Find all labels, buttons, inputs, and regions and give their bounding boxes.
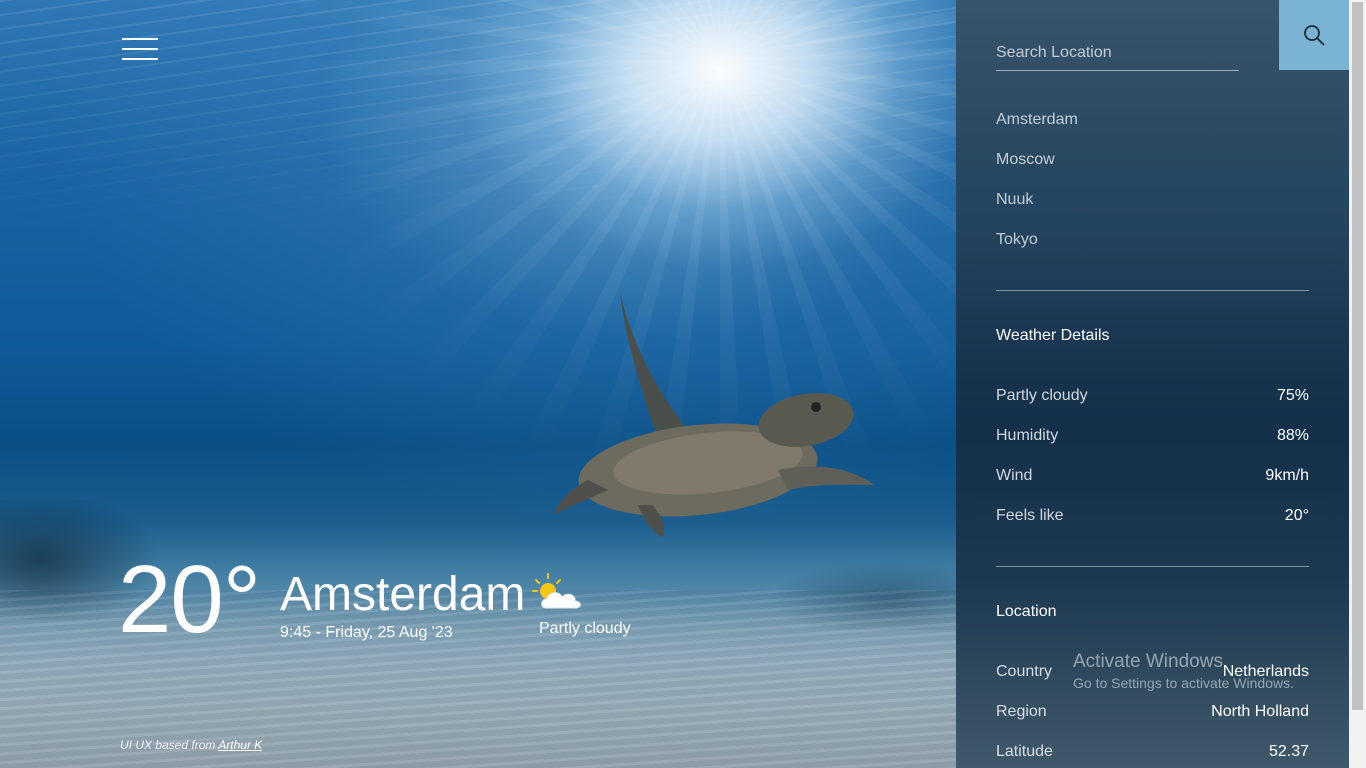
location-label: Country	[996, 663, 1053, 680]
menu-button[interactable]	[122, 38, 158, 64]
hamburger-icon-line	[122, 58, 158, 60]
detail-value: 9km/h	[1265, 467, 1309, 484]
current-condition: Partly cloudy	[532, 572, 642, 638]
detail-label: Feels like	[996, 507, 1064, 524]
recent-cities-list: Amsterdam Moscow Nuuk Tokyo	[996, 110, 1078, 270]
watermark-subtitle: Go to Settings to activate Windows.	[1073, 675, 1294, 691]
weather-details-title: Weather Details	[996, 327, 1110, 344]
detail-label: Humidity	[996, 427, 1059, 444]
detail-row-wind: Wind 9km/h	[996, 467, 1309, 485]
detail-row-cloudy: Partly cloudy 75%	[996, 387, 1309, 405]
detail-row-humidity: Humidity 88%	[996, 427, 1309, 445]
credit-text: UI UX based from Arthur K	[120, 738, 262, 752]
search-icon	[1304, 25, 1325, 46]
detail-label: Partly cloudy	[996, 387, 1088, 404]
location-label: Region	[996, 703, 1047, 720]
search-button[interactable]	[1279, 0, 1349, 70]
location-row-region: Region North Holland	[996, 703, 1309, 721]
hamburger-icon-line	[122, 48, 158, 50]
detail-value: 75%	[1276, 387, 1309, 404]
location-value: North Holland	[1211, 703, 1309, 720]
current-temperature: 20°	[118, 546, 261, 653]
location-value: 52.37	[1268, 743, 1309, 760]
city-item-tokyo[interactable]: Tokyo	[996, 230, 1078, 270]
hamburger-icon-line	[122, 38, 158, 40]
watermark-title: Activate Windows	[1073, 651, 1223, 672]
detail-value: 20°	[1284, 507, 1309, 524]
scrollbar-thumb[interactable]	[1352, 2, 1363, 710]
divider	[996, 290, 1309, 291]
current-location: Amsterdam 9:45 - Friday, 25 Aug '23	[280, 568, 525, 642]
page-scrollbar[interactable]	[1349, 0, 1366, 768]
detail-value: 88%	[1276, 427, 1309, 444]
detail-label: Wind	[996, 467, 1033, 484]
city-item-moscow[interactable]: Moscow	[996, 150, 1078, 190]
location-title: Location	[996, 603, 1057, 620]
location-label: Latitude	[996, 743, 1053, 760]
sea-turtle-image	[553, 290, 874, 537]
current-city: Amsterdam	[280, 568, 526, 621]
partly-cloudy-icon	[532, 573, 581, 609]
divider	[996, 566, 1309, 567]
condition-text: Partly cloudy	[539, 620, 631, 637]
water-surface	[0, 0, 956, 240]
detail-row-feels-like: Feels like 20°	[996, 507, 1309, 525]
activate-windows-watermark: Activate Windows Go to Settings to activ…	[1073, 651, 1294, 691]
city-item-nuuk[interactable]: Nuuk	[996, 190, 1078, 230]
search-input[interactable]	[996, 36, 1239, 71]
credit-prefix: UI UX based from	[120, 738, 216, 752]
location-row-latitude: Latitude 52.37	[996, 743, 1309, 761]
current-datetime: 9:45 - Friday, 25 Aug '23	[280, 624, 453, 641]
credit-author-link[interactable]: Arthur K	[218, 738, 262, 752]
city-item-amsterdam[interactable]: Amsterdam	[996, 110, 1078, 150]
